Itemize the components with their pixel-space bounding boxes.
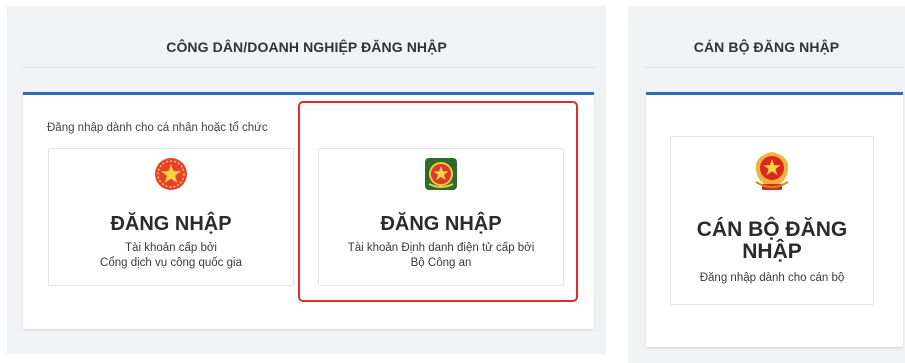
card-description-line2: Bộ Công an <box>410 257 472 269</box>
officer-login-button[interactable]: CÁN BỘ ĐĂNG NHẬP Đăng nhập dành cho cán … <box>670 136 874 305</box>
police-vneid-login-button[interactable]: ĐĂNG NHẬP Tài khoản Định danh điện tử cấ… <box>318 148 564 286</box>
citizen-login-box: Đăng nhập dành cho cá nhân hoặc tổ chức … <box>23 92 594 329</box>
card-title-line2: NHẬP <box>742 240 802 263</box>
card-title-line1: CÁN BỘ ĐĂNG <box>696 218 848 241</box>
card-title: ĐĂNG NHẬP <box>380 213 502 235</box>
officer-panel-title: CÁN BỘ ĐĂNG NHẬP <box>693 39 840 55</box>
national-portal-login-button[interactable]: ĐĂNG NHẬP Tài khoản cấp bởi Cổng dịch vụ… <box>48 148 294 286</box>
card-description-line1: Tài khoản Định danh điện tử cấp bởi <box>347 242 535 254</box>
card-title: ĐĂNG NHẬP <box>110 213 232 235</box>
officer-login-box: CÁN BỘ ĐĂNG NHẬP Đăng nhập dành cho cán … <box>646 92 903 347</box>
officer-login-panel: CÁN BỘ ĐĂNG NHẬP CÁN BỘ ĐĂNG NHẬP Đăng n… <box>628 6 905 363</box>
police-badge-icon <box>424 157 458 196</box>
divider <box>23 67 594 68</box>
citizen-login-panel: CÔNG DÂN/DOANH NGHIỆP ĐĂNG NHẬP Đăng nhậ… <box>7 6 606 354</box>
card-description: Đăng nhập dành cho cán bộ <box>699 272 845 284</box>
card-description-line1: Tài khoản cấp bởi <box>125 242 217 254</box>
citizen-panel-title: CÔNG DÂN/DOANH NGHIỆP ĐĂNG NHẬP <box>166 39 447 55</box>
divider <box>646 67 903 68</box>
national-emblem-star-icon <box>154 157 188 196</box>
vietnam-emblem-icon <box>750 148 794 199</box>
citizen-subtitle: Đăng nhập dành cho cá nhân hoặc tổ chức <box>47 122 268 134</box>
card-description-line2: Cổng dịch vụ công quốc gia <box>100 257 242 269</box>
